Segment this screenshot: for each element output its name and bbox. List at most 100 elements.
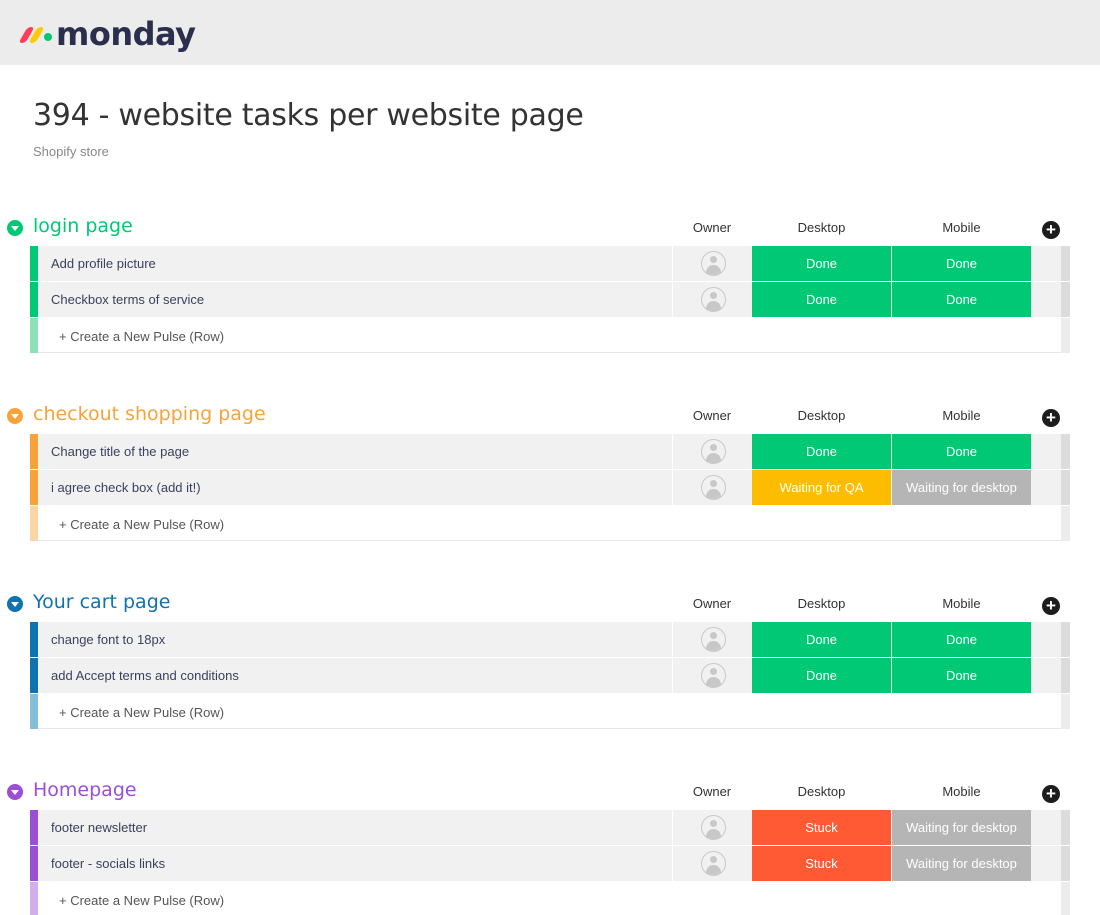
add-column-icon[interactable]: + <box>1042 785 1060 803</box>
status-mobile[interactable]: Done <box>892 622 1031 657</box>
owner-cell[interactable] <box>672 658 752 693</box>
collapse-chevron-icon[interactable] <box>7 784 23 800</box>
status-desktop[interactable]: Done <box>752 434 891 469</box>
row-end-cell <box>1061 246 1070 281</box>
row-end-cell <box>1061 694 1070 729</box>
row-end-cell <box>1061 282 1070 317</box>
monday-logo-icon <box>18 24 54 44</box>
avatar-icon[interactable] <box>701 627 726 652</box>
add-column-icon[interactable]: + <box>1042 409 1060 427</box>
group-title[interactable]: checkout shopping page <box>33 403 266 425</box>
pulse-name[interactable]: i agree check box (add it!) <box>51 480 201 495</box>
pulse-name[interactable]: Checkbox terms of service <box>51 292 204 307</box>
avatar-icon[interactable] <box>701 851 726 876</box>
table-row[interactable]: Add profile picture Done Done <box>30 246 1070 281</box>
row-end-cell <box>1061 506 1070 541</box>
table-row[interactable]: footer newsletter Stuck Waiting for deskto… <box>30 810 1070 845</box>
avatar-icon[interactable] <box>701 815 726 840</box>
pulse-name[interactable]: change font to 18px <box>51 632 165 647</box>
column-header-mobile[interactable]: Mobile <box>892 784 1031 799</box>
add-column-icon[interactable]: + <box>1042 597 1060 615</box>
column-header-desktop[interactable]: Desktop <box>752 596 891 611</box>
column-header-owner[interactable]: Owner <box>672 784 752 799</box>
row-end-cell <box>1061 846 1070 881</box>
create-pulse-label[interactable]: + Create a New Pulse (Row) <box>59 517 224 532</box>
top-bar: monday <box>0 0 1100 65</box>
group-title[interactable]: Your cart page <box>33 591 170 613</box>
owner-cell[interactable] <box>672 282 752 317</box>
column-header-mobile[interactable]: Mobile <box>892 220 1031 235</box>
group-1: checkout shopping page Owner Desktop Mobile… <box>0 400 1100 560</box>
owner-cell[interactable] <box>672 434 752 469</box>
monday-logo[interactable]: monday <box>18 14 196 54</box>
collapse-chevron-icon[interactable] <box>7 220 23 236</box>
status-desktop[interactable]: Stuck <box>752 846 891 881</box>
column-header-desktop[interactable]: Desktop <box>752 408 891 423</box>
group-color-bar <box>30 470 38 505</box>
pulse-name[interactable]: footer newsletter <box>51 820 147 835</box>
create-pulse-label[interactable]: + Create a New Pulse (Row) <box>59 893 224 908</box>
table-row[interactable]: Checkbox terms of service Done Done <box>30 282 1070 317</box>
table-row[interactable]: i agree check box (add it!) Waiting for Q… <box>30 470 1070 505</box>
create-pulse-label[interactable]: + Create a New Pulse (Row) <box>59 705 224 720</box>
status-desktop[interactable]: Stuck <box>752 810 891 845</box>
create-pulse-row[interactable]: + Create a New Pulse (Row) <box>30 506 1070 541</box>
group-title[interactable]: Homepage <box>33 779 137 801</box>
column-header-owner[interactable]: Owner <box>672 220 752 235</box>
avatar-icon[interactable] <box>701 251 726 276</box>
status-mobile[interactable]: Waiting for desktop <box>892 810 1031 845</box>
owner-cell[interactable] <box>672 846 752 881</box>
group-header: Homepage Owner Desktop Mobile + <box>0 776 1100 806</box>
avatar-icon[interactable] <box>701 475 726 500</box>
board-subtitle[interactable]: Shopify store <box>33 144 109 159</box>
group-color-bar <box>30 434 38 469</box>
owner-cell[interactable] <box>672 622 752 657</box>
create-pulse-row[interactable]: + Create a New Pulse (Row) <box>30 318 1070 353</box>
collapse-chevron-icon[interactable] <box>7 596 23 612</box>
column-header-desktop[interactable]: Desktop <box>752 220 891 235</box>
create-pulse-row[interactable]: + Create a New Pulse (Row) <box>30 694 1070 729</box>
logo-text: monday <box>56 15 196 53</box>
table-row[interactable]: footer - socials links Stuck Waiting for d… <box>30 846 1070 881</box>
status-mobile[interactable]: Done <box>892 282 1031 317</box>
column-header-mobile[interactable]: Mobile <box>892 408 1031 423</box>
row-end-cell <box>1061 658 1070 693</box>
add-column-icon[interactable]: + <box>1042 221 1060 239</box>
create-pulse-row[interactable]: + Create a New Pulse (Row) <box>30 882 1070 915</box>
collapse-chevron-icon[interactable] <box>7 408 23 424</box>
column-header-owner[interactable]: Owner <box>672 408 752 423</box>
owner-cell[interactable] <box>672 470 752 505</box>
group-title[interactable]: login page <box>33 215 133 237</box>
pulse-name[interactable]: Add profile picture <box>51 256 156 271</box>
table-row[interactable]: change font to 18px Done Done <box>30 622 1070 657</box>
pulse-name[interactable]: add Accept terms and conditions <box>51 668 239 683</box>
status-desktop[interactable]: Done <box>752 246 891 281</box>
status-desktop[interactable]: Done <box>752 282 891 317</box>
pulse-name[interactable]: Change title of the page <box>51 444 189 459</box>
owner-cell[interactable] <box>672 246 752 281</box>
status-mobile[interactable]: Done <box>892 658 1031 693</box>
create-pulse-label[interactable]: + Create a New Pulse (Row) <box>59 329 224 344</box>
group-color-bar <box>30 246 38 281</box>
column-header-desktop[interactable]: Desktop <box>752 784 891 799</box>
row-end-cell <box>1061 622 1070 657</box>
avatar-icon[interactable] <box>701 663 726 688</box>
status-mobile[interactable]: Done <box>892 246 1031 281</box>
status-mobile[interactable]: Waiting for desktop <box>892 846 1031 881</box>
status-desktop[interactable]: Done <box>752 658 891 693</box>
board-title[interactable]: 394 - website tasks per website page <box>33 98 584 133</box>
avatar-icon[interactable] <box>701 287 726 312</box>
avatar-icon[interactable] <box>701 439 726 464</box>
status-desktop[interactable]: Waiting for QA <box>752 470 891 505</box>
pulse-name[interactable]: footer - socials links <box>51 856 165 871</box>
group-color-bar <box>30 694 38 729</box>
owner-cell[interactable] <box>672 810 752 845</box>
status-desktop[interactable]: Done <box>752 622 891 657</box>
status-mobile[interactable]: Waiting for desktop <box>892 470 1031 505</box>
column-header-mobile[interactable]: Mobile <box>892 596 1031 611</box>
status-mobile[interactable]: Done <box>892 434 1031 469</box>
column-header-owner[interactable]: Owner <box>672 596 752 611</box>
table-row[interactable]: Change title of the page Done Done <box>30 434 1070 469</box>
group-color-bar <box>30 658 38 693</box>
table-row[interactable]: add Accept terms and conditions Done Done <box>30 658 1070 693</box>
